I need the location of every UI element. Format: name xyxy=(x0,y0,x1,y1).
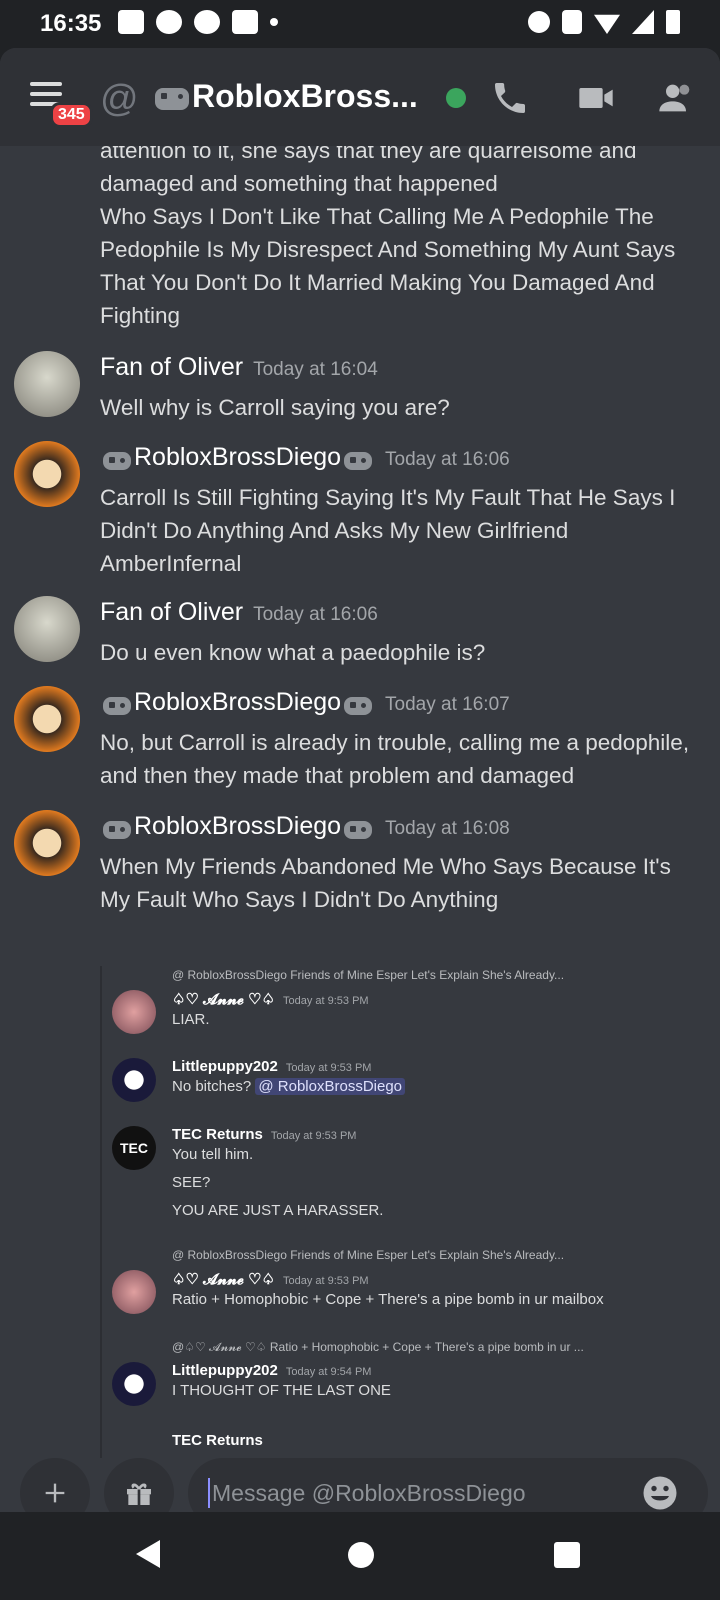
message-text: Do u even know what a paedophile is? xyxy=(100,640,486,665)
vibrate-icon xyxy=(562,10,582,34)
message-author[interactable]: RobloxBrossDiego xyxy=(134,812,341,840)
message-text: YOU ARE JUST A HARASSER. xyxy=(172,1202,384,1219)
gift-icon xyxy=(127,1483,151,1505)
timestamp: Today at 9:54 PM xyxy=(285,1366,372,1378)
system-nav-bar xyxy=(0,1512,720,1600)
author-name: TEC Returns xyxy=(172,1126,263,1143)
gamepad-icon xyxy=(155,87,189,110)
message-list[interactable]: attention to it, she says that they are … xyxy=(0,146,720,1458)
message-text: I THOUGHT OF THE LAST ONE xyxy=(172,1382,391,1399)
attached-screenshot[interactable]: @ RobloxBrossDiego Friends of Mine Esper… xyxy=(100,966,720,1458)
video-icon[interactable] xyxy=(576,78,616,118)
notification-icons xyxy=(118,10,278,34)
gamepad-icon xyxy=(103,451,131,470)
message-text: No, but Carroll is already in trouble, c… xyxy=(100,730,690,788)
members-icon[interactable] xyxy=(656,78,696,118)
twitter-icon xyxy=(156,10,182,34)
message-timestamp: Today at 16:06 xyxy=(385,449,510,470)
reply-preview: @♤♡ 𝓐𝓷𝓷𝓮 ♡♤ Ratio + Homophobic + Cope + … xyxy=(172,1340,584,1354)
message-text: LIAR. xyxy=(172,1011,210,1028)
at-icon: @ xyxy=(100,78,139,120)
add-attachment-button[interactable] xyxy=(20,1458,90,1512)
timestamp: Today at 9:53 PM xyxy=(282,995,369,1007)
alarm-icon xyxy=(528,11,550,33)
gamepad-icon xyxy=(344,451,373,470)
message-item[interactable]: Fan of Oliver Today at 16:04 Well why is … xyxy=(0,351,720,431)
emoji-icon[interactable] xyxy=(642,1475,678,1511)
gamepad-icon xyxy=(344,820,373,839)
reply-preview: @ RobloxBrossDiego Friends of Mine Esper… xyxy=(172,968,565,982)
message-item[interactable]: RobloxBrossDiego Today at 16:08 When My F… xyxy=(0,810,720,920)
back-icon[interactable] xyxy=(136,1540,160,1568)
avatar[interactable] xyxy=(14,686,80,752)
message-text: SEE? xyxy=(172,1174,211,1191)
message-text: Carroll Is Still Fighting Saying It's My… xyxy=(100,485,676,576)
channel-header: 345 @ RobloxBross... xyxy=(0,48,720,146)
avatar[interactable] xyxy=(14,351,80,417)
call-icon[interactable] xyxy=(490,78,530,118)
message-timestamp: Today at 16:04 xyxy=(253,359,378,380)
avatar[interactable] xyxy=(14,596,80,662)
author-name: ♤♡ 𝓐𝓷𝓷𝓮 ♡♤ xyxy=(172,1271,275,1288)
page-title-text: RobloxBross... xyxy=(192,78,418,114)
gift-button[interactable] xyxy=(104,1458,174,1512)
message-input[interactable]: Message @RobloxBrossDiego xyxy=(188,1458,708,1512)
message-item[interactable]: RobloxBrossDiego Today at 16:07 No, but C… xyxy=(0,686,720,796)
more-dot-icon xyxy=(270,18,278,26)
message-timestamp: Today at 16:07 xyxy=(385,694,510,715)
user-mention: @ RobloxBrossDiego xyxy=(255,1078,406,1095)
avatar xyxy=(112,990,156,1034)
avatar xyxy=(112,1270,156,1314)
online-status-icon xyxy=(446,88,466,108)
message-item[interactable]: Fan of Oliver Today at 16:06 Do u even kn… xyxy=(0,596,720,676)
reply-preview: @ RobloxBrossDiego Friends of Mine Esper… xyxy=(172,1248,565,1262)
wifi-icon xyxy=(594,14,620,34)
twitter-icon xyxy=(194,10,220,34)
message-author[interactable]: Fan of Oliver xyxy=(100,598,243,626)
avatar xyxy=(112,1362,156,1406)
timestamp: Today at 9:53 PM xyxy=(285,1062,372,1074)
message-timestamp: Today at 16:08 xyxy=(385,818,510,839)
system-icons xyxy=(528,10,680,34)
message-text: Ratio + Homophobic + Cope + There's a pi… xyxy=(172,1291,604,1308)
news-icon xyxy=(118,10,144,34)
author-name: Littlepuppy202 xyxy=(172,1362,278,1379)
status-time: 16:35 xyxy=(40,10,102,37)
avatar xyxy=(112,1058,156,1102)
message-text: When My Friends Abandoned Me Who Says Be… xyxy=(100,854,671,912)
status-bar: 16:35 xyxy=(0,0,720,48)
message-timestamp: Today at 16:06 xyxy=(253,604,378,625)
message-text: Well why is Carroll saying you are? xyxy=(100,395,450,420)
timestamp: Today at 9:53 PM xyxy=(270,1130,357,1142)
message-author[interactable]: RobloxBrossDiego xyxy=(134,688,341,716)
plus-icon xyxy=(45,1483,65,1503)
message-text: You tell him. xyxy=(172,1146,254,1163)
gamepad-icon xyxy=(103,696,131,715)
message-author[interactable]: Fan of Oliver xyxy=(100,353,243,381)
message-item[interactable]: RobloxBrossDiego Today at 16:06 Carroll I… xyxy=(0,441,720,581)
text-caret xyxy=(208,1478,210,1508)
gamepad-icon xyxy=(103,820,131,839)
gamepad-icon xyxy=(344,696,373,715)
discord-app: 345 @ RobloxBross... attention to it, sh… xyxy=(0,48,720,1512)
timestamp: Today at 9:53 PM xyxy=(282,1275,369,1287)
avatar[interactable] xyxy=(14,441,80,507)
avatar[interactable] xyxy=(14,810,80,876)
message-continuation: attention to it, she says that they are … xyxy=(100,146,676,328)
battery-icon xyxy=(666,10,680,34)
author-name: TEC Returns xyxy=(172,1432,263,1449)
unread-badge: 345 xyxy=(50,102,93,128)
page-title[interactable]: RobloxBross... xyxy=(152,78,418,115)
home-icon[interactable] xyxy=(348,1542,374,1568)
message-text: No bitches? xyxy=(172,1078,252,1095)
author-name: ♤♡ 𝓐𝓷𝓷𝓮 ♡♤ xyxy=(172,991,275,1008)
signal-icon xyxy=(632,10,654,34)
youtube-icon xyxy=(232,10,258,34)
message-author[interactable]: RobloxBrossDiego xyxy=(134,443,341,471)
recent-apps-icon[interactable] xyxy=(554,1542,580,1568)
message-input-placeholder: Message @RobloxBrossDiego xyxy=(212,1479,526,1506)
message-composer: Message @RobloxBrossDiego xyxy=(0,1458,720,1512)
author-name: Littlepuppy202 xyxy=(172,1058,278,1075)
avatar: TEC xyxy=(112,1126,156,1170)
